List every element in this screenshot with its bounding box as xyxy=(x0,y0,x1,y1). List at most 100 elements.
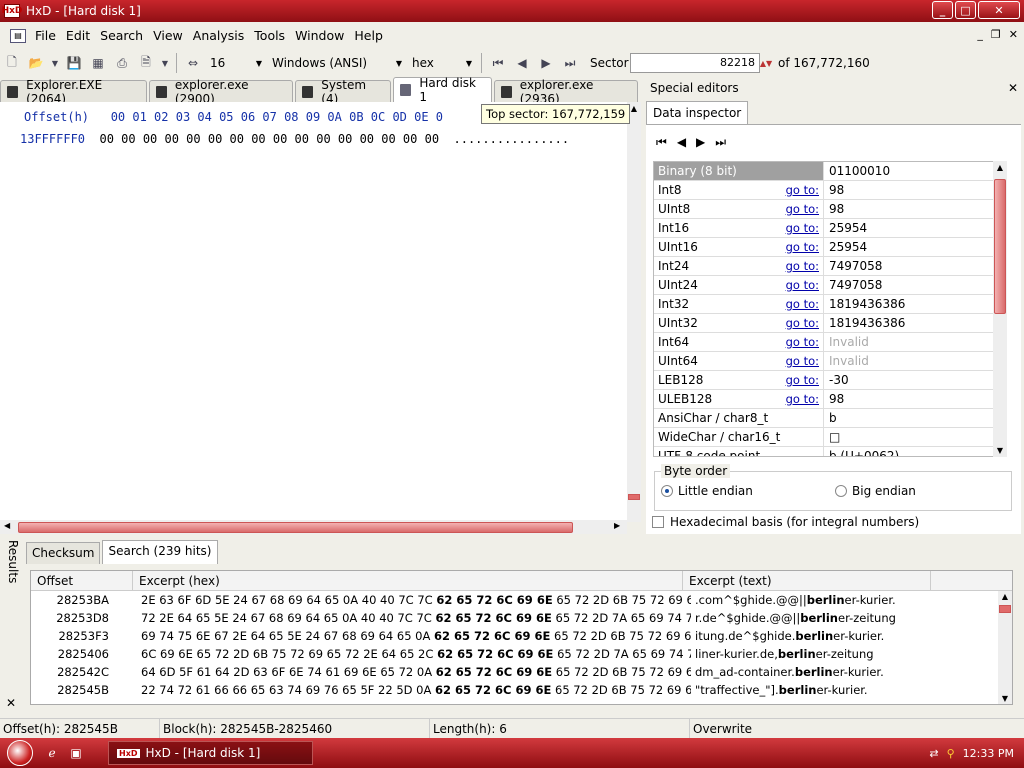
goto-link[interactable]: go to: xyxy=(786,202,819,216)
menu-view[interactable]: View xyxy=(148,26,188,46)
inspector-row[interactable]: UInt8 go to: 98 xyxy=(654,200,1004,219)
tab-hard-disk-1[interactable]: Hard disk 1 xyxy=(393,76,492,104)
menu-window[interactable]: Window xyxy=(290,26,349,46)
scroll-down-icon[interactable]: ▼ xyxy=(998,694,1012,703)
next-sector-icon[interactable]: ▶ xyxy=(536,53,556,73)
goto-link[interactable]: go to: xyxy=(786,278,819,292)
inspector-value[interactable]: 98 xyxy=(824,392,844,406)
scroll-up-icon[interactable]: ▲ xyxy=(998,592,1012,601)
inspector-row[interactable]: Int24 go to: 7497058 xyxy=(654,257,1004,276)
column-offset[interactable]: Offset xyxy=(31,571,133,590)
results-close-icon[interactable]: ✕ xyxy=(6,696,16,710)
hex-horizontal-scrollbar[interactable]: ◀ ▶ xyxy=(0,520,627,534)
network-icon[interactable]: ⇄ xyxy=(929,747,938,760)
inspector-value[interactable]: 25954 xyxy=(824,221,867,235)
mdi-minimize-icon[interactable]: _ xyxy=(977,28,983,41)
goto-link[interactable]: go to: xyxy=(786,297,819,311)
scroll-right-icon[interactable]: ▶ xyxy=(614,521,620,530)
inspector-value[interactable]: -30 xyxy=(824,373,849,387)
tab-explorer-exe-2900[interactable]: explorer.exe (2900) xyxy=(148,78,294,106)
inspector-row[interactable]: Int64 go to: Invalid xyxy=(654,333,1004,352)
goto-link[interactable]: go to: xyxy=(786,373,819,387)
results-scrollbar[interactable]: ▲ ▼ xyxy=(998,591,1012,704)
menu-edit[interactable]: Edit xyxy=(61,26,95,46)
hex-vertical-scrollbar[interactable]: ▲ xyxy=(627,102,641,522)
next-icon[interactable]: ▶ xyxy=(696,135,705,150)
tab-checksum[interactable]: Checksum xyxy=(26,542,101,564)
result-row[interactable]: 28253F3 69 74 75 6E 67 2E 64 65 5E 24 67 … xyxy=(31,627,1012,645)
inspector-row[interactable]: Int8 go to: 98 xyxy=(654,181,1004,200)
row-text[interactable]: ................ xyxy=(454,132,570,146)
inspector-row[interactable]: Int32 go to: 1819436386 xyxy=(654,295,1004,314)
scroll-thumb[interactable] xyxy=(994,179,1006,314)
taskbar-button-hxd[interactable]: HxD HxD - [Hard disk 1] xyxy=(108,741,313,765)
inspector-value[interactable]: 98 xyxy=(824,183,844,197)
goto-link[interactable]: go to: xyxy=(786,316,819,330)
menu-tools[interactable]: Tools xyxy=(249,26,290,46)
menu-search[interactable]: Search xyxy=(95,26,148,46)
browser-icon[interactable]: ℯ xyxy=(43,744,61,762)
hex-basis-checkbox[interactable]: Hexadecimal basis (for integral numbers) xyxy=(652,515,919,529)
inspector-value[interactable]: 7497058 xyxy=(824,278,882,292)
goto-link[interactable]: go to: xyxy=(786,392,819,406)
scroll-up-icon[interactable]: ▲ xyxy=(993,163,1007,172)
inspector-value[interactable]: 7497058 xyxy=(824,259,882,273)
column-excerpt-hex[interactable]: Excerpt (hex) xyxy=(133,571,683,590)
big-endian-radio[interactable]: Big endian xyxy=(835,484,916,498)
inspector-value[interactable]: 25954 xyxy=(824,240,867,254)
inspector-value[interactable]: Invalid xyxy=(824,335,869,349)
inspector-row[interactable]: UInt64 go to: Invalid xyxy=(654,352,1004,371)
minimize-button[interactable]: _ xyxy=(932,1,953,19)
inspector-row[interactable]: LEB128 go to: -30 xyxy=(654,371,1004,390)
inspector-row-binary[interactable]: Binary (8 bit) 01100010 xyxy=(654,162,1004,181)
inspector-scrollbar[interactable]: ▲ ▼ xyxy=(993,161,1007,457)
inspector-value[interactable]: 01100010 xyxy=(824,164,890,178)
bytes-per-row-select[interactable]: 16 ▼ xyxy=(205,52,267,74)
inspector-value[interactable]: 1819436386 xyxy=(824,297,905,311)
show-desktop-icon[interactable]: ▣ xyxy=(67,744,85,762)
scroll-thumb[interactable] xyxy=(628,494,640,500)
inspector-row[interactable]: UInt24 go to: 7497058 xyxy=(654,276,1004,295)
sector-spinner-icon[interactable]: ▲▼ xyxy=(760,52,772,74)
goto-link[interactable]: go to: xyxy=(786,221,819,235)
close-button[interactable]: ✕ xyxy=(978,1,1020,19)
result-row[interactable]: 282542C 64 6D 5F 61 64 2D 63 6F 6E 74 61 … xyxy=(31,663,1012,681)
new-file-icon[interactable]: 🗋 xyxy=(2,53,22,73)
scroll-thumb[interactable] xyxy=(18,522,573,533)
charset-select[interactable]: Windows (ANSI) ▼ xyxy=(267,52,407,74)
inspector-row[interactable]: UTF-8 code point b (U+0062) xyxy=(654,447,1004,456)
mdi-close-icon[interactable]: ✕ xyxy=(1009,28,1018,41)
close-icon[interactable]: ✕ xyxy=(1008,81,1018,95)
prev-sector-icon[interactable]: ◀ xyxy=(512,53,532,73)
export-icon[interactable]: 🗎 xyxy=(136,53,156,73)
scroll-thumb[interactable] xyxy=(999,605,1011,613)
tab-search-hits[interactable]: Search (239 hits) xyxy=(102,540,218,564)
goto-link[interactable]: go to: xyxy=(786,335,819,349)
inspector-value[interactable]: 1819436386 xyxy=(824,316,905,330)
inspector-row[interactable]: ULEB128 go to: 98 xyxy=(654,390,1004,409)
last-icon[interactable]: ⏭ xyxy=(715,135,726,150)
menu-file[interactable]: File xyxy=(30,26,61,46)
status-mode[interactable]: Overwrite xyxy=(690,719,1024,738)
document-icon[interactable]: ▤ xyxy=(10,29,26,43)
tab-data-inspector[interactable]: Data inspector xyxy=(646,101,749,125)
menu-analysis[interactable]: Analysis xyxy=(188,26,250,46)
inspector-value[interactable]: 98 xyxy=(824,202,844,216)
column-excerpt-text[interactable]: Excerpt (text) xyxy=(683,571,931,590)
hxd-app-icon[interactable]: HxD xyxy=(2,4,22,18)
menu-help[interactable]: Help xyxy=(349,26,388,46)
goto-link[interactable]: go to: xyxy=(786,259,819,273)
result-row[interactable]: 282545B 22 74 72 61 66 66 65 63 74 69 76 … xyxy=(31,681,1012,699)
tab-system-4[interactable]: System (4) xyxy=(295,78,392,106)
first-icon[interactable]: ⏮ xyxy=(656,135,667,150)
maximize-button[interactable]: □ xyxy=(955,1,976,19)
hex-editor-pane[interactable]: Offset(h) 00 01 02 03 04 05 06 07 08 09 … xyxy=(0,102,640,522)
clock[interactable]: 12:33 PM xyxy=(963,747,1014,760)
inspector-row[interactable]: UInt16 go to: 25954 xyxy=(654,238,1004,257)
hex-row[interactable]: 13FFFFFF0 00 00 00 00 00 00 00 00 00 00 … xyxy=(20,132,569,146)
offset-base-select[interactable]: hex ▼ xyxy=(407,52,477,74)
inspector-value[interactable]: b xyxy=(824,411,837,425)
inspector-row[interactable]: AnsiChar / char8_t b xyxy=(654,409,1004,428)
inspector-value[interactable]: b (U+0062) xyxy=(824,449,899,456)
result-row[interactable]: 2825406 6C 69 6E 65 72 2D 6B 75 72 69 65 … xyxy=(31,645,1012,663)
